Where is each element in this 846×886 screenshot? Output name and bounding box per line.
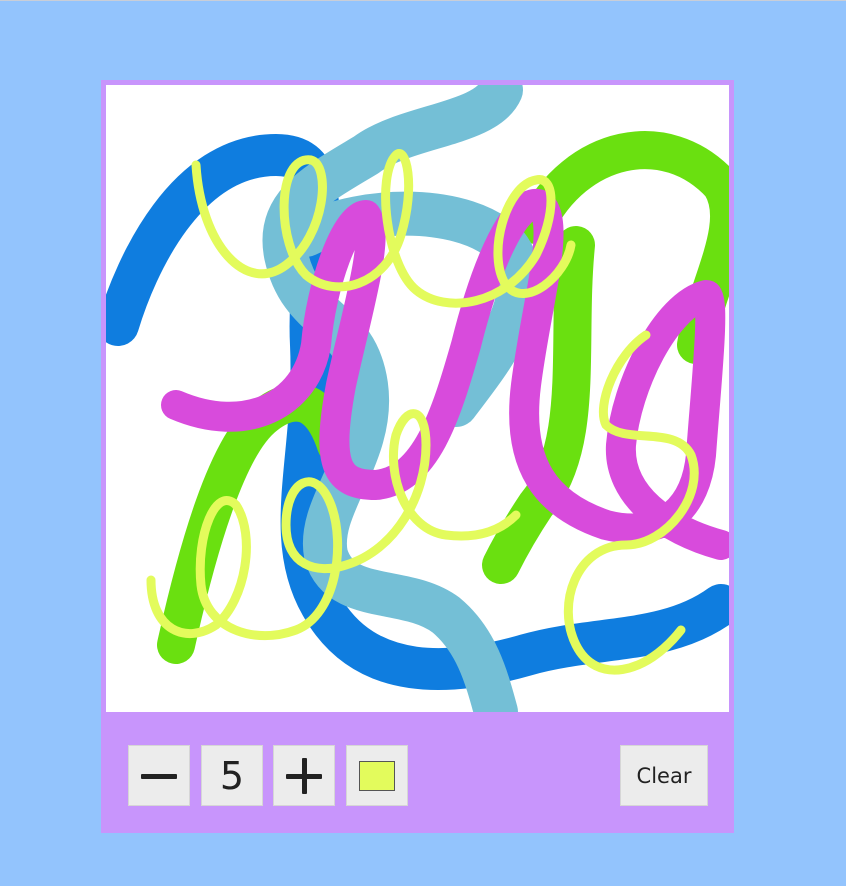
- decrease-size-button[interactable]: [128, 745, 190, 806]
- top-border: [0, 0, 846, 1]
- toolbar: 5 Clear: [101, 712, 734, 833]
- brush-size-value: 5: [219, 753, 245, 798]
- plus-icon: [286, 757, 322, 794]
- brush-size-display: 5: [201, 745, 263, 806]
- drawing-canvas[interactable]: [106, 85, 729, 712]
- increase-size-button[interactable]: [273, 745, 335, 806]
- stroke-magenta: [161, 189, 729, 560]
- drawing-surface: [106, 85, 729, 712]
- minus-icon: [141, 758, 177, 794]
- drawing-app: 5 Clear: [101, 80, 734, 833]
- color-swatch: [359, 760, 395, 791]
- clear-button[interactable]: Clear: [620, 745, 708, 806]
- color-picker-button[interactable]: [346, 745, 408, 806]
